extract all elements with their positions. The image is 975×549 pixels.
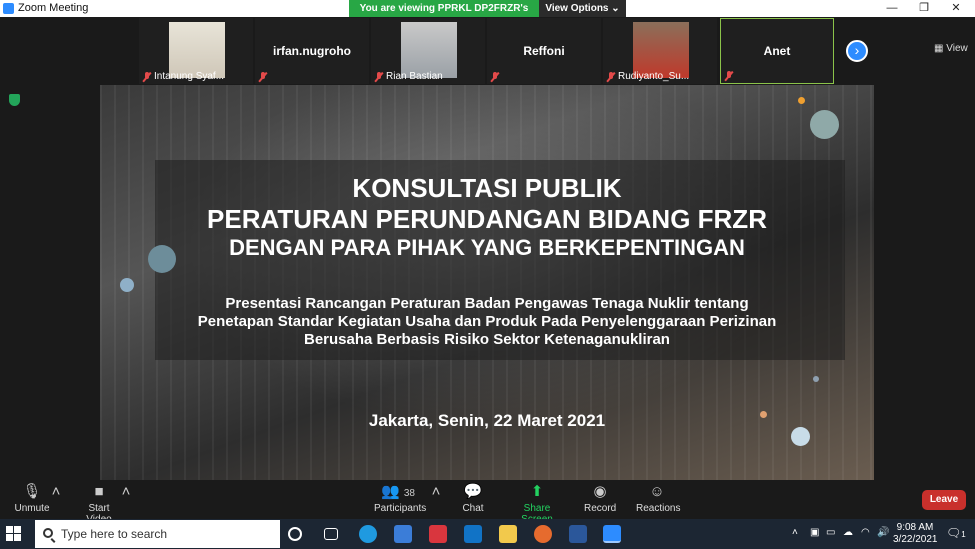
participant-photo — [633, 22, 689, 78]
chat-label: Chat — [462, 503, 484, 514]
slide-title-line-1: KONSULTASI PUBLIK — [352, 173, 622, 203]
chevron-up-icon: ˄ — [121, 483, 131, 500]
tray-expand-chevron-icon[interactable]: ˄ — [792, 527, 798, 538]
participant-photo — [169, 22, 225, 78]
meeting-toolbar: 🎙 Unmute ˄ ■ Start Video ˄ 👥 38 Particip… — [0, 481, 975, 525]
mic-muted-icon — [491, 72, 499, 82]
minimize-button[interactable]: — — [876, 0, 908, 17]
participant-name: irfan.nugroho — [273, 44, 351, 58]
volume-icon[interactable]: 🔊 — [877, 527, 889, 538]
windows-taskbar: Type here to search ˄ ▣ ▭ ☁ ◠ 🔊 9:08 AM … — [0, 519, 975, 549]
decor-dot — [810, 110, 839, 139]
view-button[interactable]: ▦ View — [934, 43, 968, 54]
shared-screen-slide: KONSULTASI PUBLIK PERATURAN PERUNDANGAN … — [100, 85, 874, 480]
record-label: Record — [584, 503, 617, 514]
zoom-taskbar-icon[interactable] — [603, 525, 621, 543]
slide-subtitle-line-2: Penetapan Standar Kegiatan Usaha dan Pro… — [197, 313, 777, 330]
store-icon[interactable] — [394, 525, 412, 543]
video-off-icon: ■ — [94, 483, 104, 500]
notification-count: 1 — [961, 530, 966, 539]
chat-button[interactable]: 💬 Chat — [458, 483, 488, 514]
viewing-screen-banner: You are viewing PPRKL DP2FRZR's screen — [349, 0, 539, 31]
cortana-icon[interactable] — [288, 527, 302, 541]
audio-options-chevron[interactable]: ˄ — [51, 483, 61, 503]
firefox-icon[interactable] — [534, 525, 552, 543]
chevron-up-icon: ˄ — [431, 483, 441, 500]
decor-dot — [813, 376, 819, 382]
close-button[interactable]: ✕ — [940, 0, 972, 17]
task-view-icon[interactable] — [324, 528, 338, 540]
slide-title-line-3: DENGAN PARA PIHAK YANG BERKEPENTINGAN — [229, 235, 745, 260]
encryption-shield-icon[interactable] — [9, 94, 20, 106]
search-placeholder: Type here to search — [61, 527, 168, 541]
file-explorer-icon[interactable] — [499, 525, 517, 543]
slide-subtitle-line-3: Berusaha Berbasis Risiko Sektor Ketenaga… — [304, 331, 670, 348]
word-icon[interactable] — [569, 525, 587, 543]
participant-name: Rudiyanto_Su... — [618, 71, 690, 82]
participant-tile[interactable]: Intanung Syaf... — [139, 18, 253, 84]
mic-muted-icon — [607, 71, 615, 82]
mic-muted-icon: 🎙 — [22, 483, 42, 500]
reactions-button[interactable]: ☺ Reactions — [636, 483, 681, 514]
participant-name: Anet — [763, 44, 791, 58]
window-title: Zoom Meeting — [18, 2, 89, 14]
view-options-button[interactable]: View Options ⌄ — [539, 0, 626, 17]
mic-muted-icon — [143, 71, 151, 82]
zoom-app-icon — [3, 3, 14, 14]
clock-date: 3/22/2021 — [893, 534, 938, 545]
unmute-label: Unmute — [14, 503, 50, 514]
chevron-up-icon: ˄ — [51, 483, 61, 500]
participants-count: 38 — [403, 488, 415, 499]
gift-app-icon[interactable] — [429, 525, 447, 543]
record-icon: ◉ — [593, 483, 607, 500]
slide-subtitle-line-1: Presentasi Rancangan Peraturan Badan Pen… — [225, 295, 749, 312]
emoji-plus-icon: ☺ — [649, 483, 665, 500]
participant-tile-active-speaker[interactable]: Anet — [720, 18, 834, 84]
decor-dot — [120, 278, 134, 292]
mail-icon[interactable] — [464, 525, 482, 543]
unmute-button[interactable]: 🎙 Unmute — [12, 483, 52, 514]
participant-tile[interactable]: irfan.nugroho — [255, 18, 369, 84]
view-label: View — [946, 43, 968, 54]
record-button[interactable]: ◉ Record — [584, 483, 616, 514]
notification-center-icon[interactable]: 🗨1 — [946, 526, 966, 540]
share-screen-icon: ⬆ — [530, 483, 544, 500]
participant-name: Intanung Syaf... — [154, 71, 225, 82]
participants-button[interactable]: 👥 38 Participants — [374, 483, 426, 514]
participants-icon: 👥 — [381, 483, 400, 500]
participant-tile[interactable]: Reffoni — [487, 18, 601, 84]
restore-button[interactable]: ❐ — [908, 0, 940, 17]
slide-title-line-2: PERATURAN PERUNDANGAN BIDANG FRZR — [207, 204, 767, 234]
video-options-chevron[interactable]: ˄ — [121, 483, 131, 503]
wifi-icon[interactable]: ◠ — [861, 527, 870, 538]
next-page-arrow-icon[interactable]: › — [846, 40, 868, 62]
mic-muted-icon — [259, 72, 267, 82]
decor-dot — [798, 97, 805, 104]
taskbar-search-box[interactable]: Type here to search — [35, 520, 280, 548]
tray-device-icon[interactable]: ▣ — [810, 527, 819, 538]
mic-muted-icon — [375, 71, 383, 82]
participants-options-chevron[interactable]: ˄ — [431, 483, 441, 503]
windows-start-icon[interactable] — [6, 526, 22, 542]
search-icon — [43, 528, 53, 538]
edge-browser-icon[interactable] — [359, 525, 377, 543]
participant-tile[interactable]: Rudiyanto_Su... — [603, 18, 717, 84]
participant-name: Rian Bastian — [386, 71, 443, 82]
taskbar-clock[interactable]: 9:08 AM 3/22/2021 — [893, 522, 938, 546]
battery-icon[interactable]: ▭ — [826, 527, 835, 538]
participants-label: Participants — [374, 503, 427, 514]
reactions-label: Reactions — [636, 503, 681, 514]
slide-date-line: Jakarta, Senin, 22 Maret 2021 — [368, 411, 606, 430]
onedrive-cloud-icon[interactable]: ☁ — [843, 527, 853, 538]
participant-name: Reffoni — [523, 44, 565, 58]
clock-time: 9:08 AM — [896, 522, 934, 533]
chat-bubble-icon: 💬 — [463, 483, 483, 500]
participant-tile[interactable]: Rian Bastian — [371, 18, 485, 84]
mic-muted-icon — [725, 71, 733, 81]
leave-button[interactable]: Leave — [922, 490, 966, 510]
participant-photo — [401, 22, 457, 78]
